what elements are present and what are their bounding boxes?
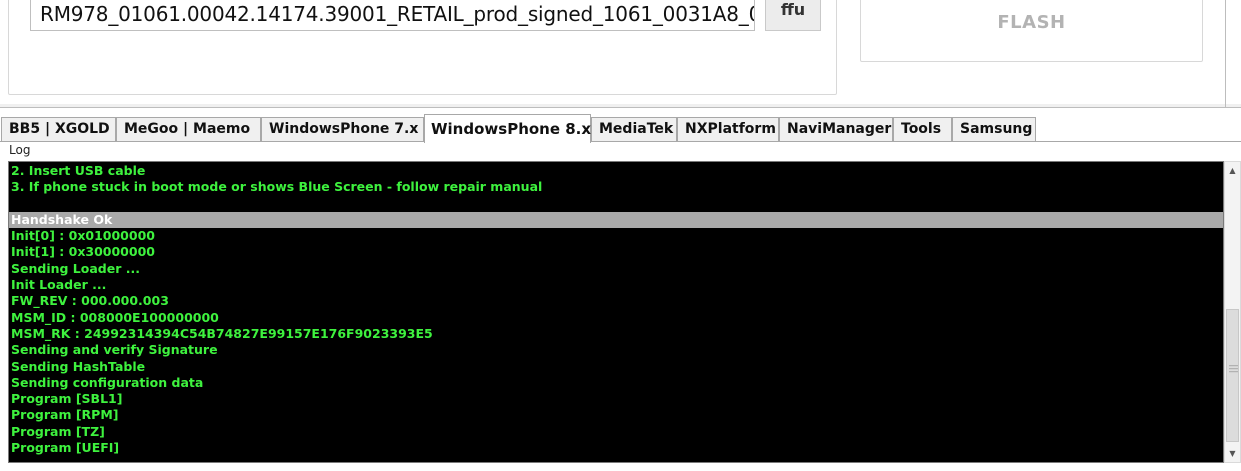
log-output[interactable]: 2. Insert USB cable 3. If phone stuck in …	[8, 161, 1224, 463]
log-line: Init[1] : 0x30000000	[11, 244, 155, 260]
scroll-up-arrow-icon[interactable]: ▲	[1225, 162, 1240, 179]
log-line-highlighted: Handshake Ok	[9, 211, 1223, 229]
tab-megoo-maemo[interactable]: MeGoo | Maemo	[116, 117, 261, 141]
firmware-path-field[interactable]: RM978_01061.00042.14174.39001_RETAIL_pro…	[30, 0, 755, 31]
tab-windowsphone-7[interactable]: WindowsPhone 7.x	[261, 117, 424, 141]
tab-mediatek[interactable]: MediaTek	[591, 117, 677, 141]
top-panel: RM978_01061.00042.14174.39001_RETAIL_pro…	[0, 0, 1241, 108]
log-scrollbar[interactable]: ▲ ― ― ― ▼	[1224, 161, 1241, 463]
log-line: Program [UEFI]	[11, 440, 120, 456]
log-line: Program [RPM]	[11, 407, 119, 423]
log-line: Init Loader ...	[11, 277, 107, 293]
log-line: Init[0] : 0x01000000	[11, 228, 155, 244]
firmware-file-group: RM978_01061.00042.14174.39001_RETAIL_pro…	[8, 0, 837, 95]
tab-bb5-xgold[interactable]: BB5 | XGOLD	[1, 117, 116, 141]
browse-ffu-button[interactable]: ffu	[765, 0, 821, 31]
tab-navimanager[interactable]: NaviManager	[779, 117, 893, 141]
log-line: Sending HashTable	[11, 358, 146, 374]
log-line: 2. Insert USB cable	[11, 163, 146, 178]
tab-tools[interactable]: Tools	[893, 117, 952, 141]
log-label: Log	[9, 143, 31, 157]
tab-windowsphone-8[interactable]: WindowsPhone 8.x	[424, 114, 591, 143]
panel-right-edge	[1225, 0, 1226, 107]
log-line: MSM_ID : 008000E100000000	[11, 309, 219, 325]
log-line: Sending configuration data	[11, 374, 204, 390]
log-line: FW_REV : 000.000.003	[11, 293, 169, 309]
log-line: 3. If phone stuck in boot mode or shows …	[11, 179, 543, 195]
tab-samsung[interactable]: Samsung	[952, 117, 1036, 141]
tab-strip: BB5 | XGOLD MeGoo | Maemo WindowsPhone 7…	[0, 114, 1241, 143]
flash-button[interactable]: FLASH	[861, 0, 1202, 61]
log-line: Program [TZ]	[11, 423, 105, 439]
flash-group: FLASH	[860, 0, 1203, 62]
log-line: Program [SBL1]	[11, 391, 123, 407]
scroll-down-arrow-icon[interactable]: ▼	[1225, 445, 1240, 462]
log-line: Sending Loader ...	[11, 260, 140, 276]
log-line: MSM_RK : 24992314394C54B74827E99157E176F…	[11, 325, 433, 341]
scroll-thumb[interactable]: ― ― ―	[1226, 309, 1239, 442]
tab-nxplatform[interactable]: NXPlatform	[677, 117, 779, 141]
log-lines: 2. Insert USB cable 3. If phone stuck in …	[9, 163, 1223, 456]
panel-divider	[0, 104, 1241, 107]
log-line: Sending and verify Signature	[11, 342, 218, 358]
grip-icon: ― ― ―	[1229, 361, 1238, 377]
